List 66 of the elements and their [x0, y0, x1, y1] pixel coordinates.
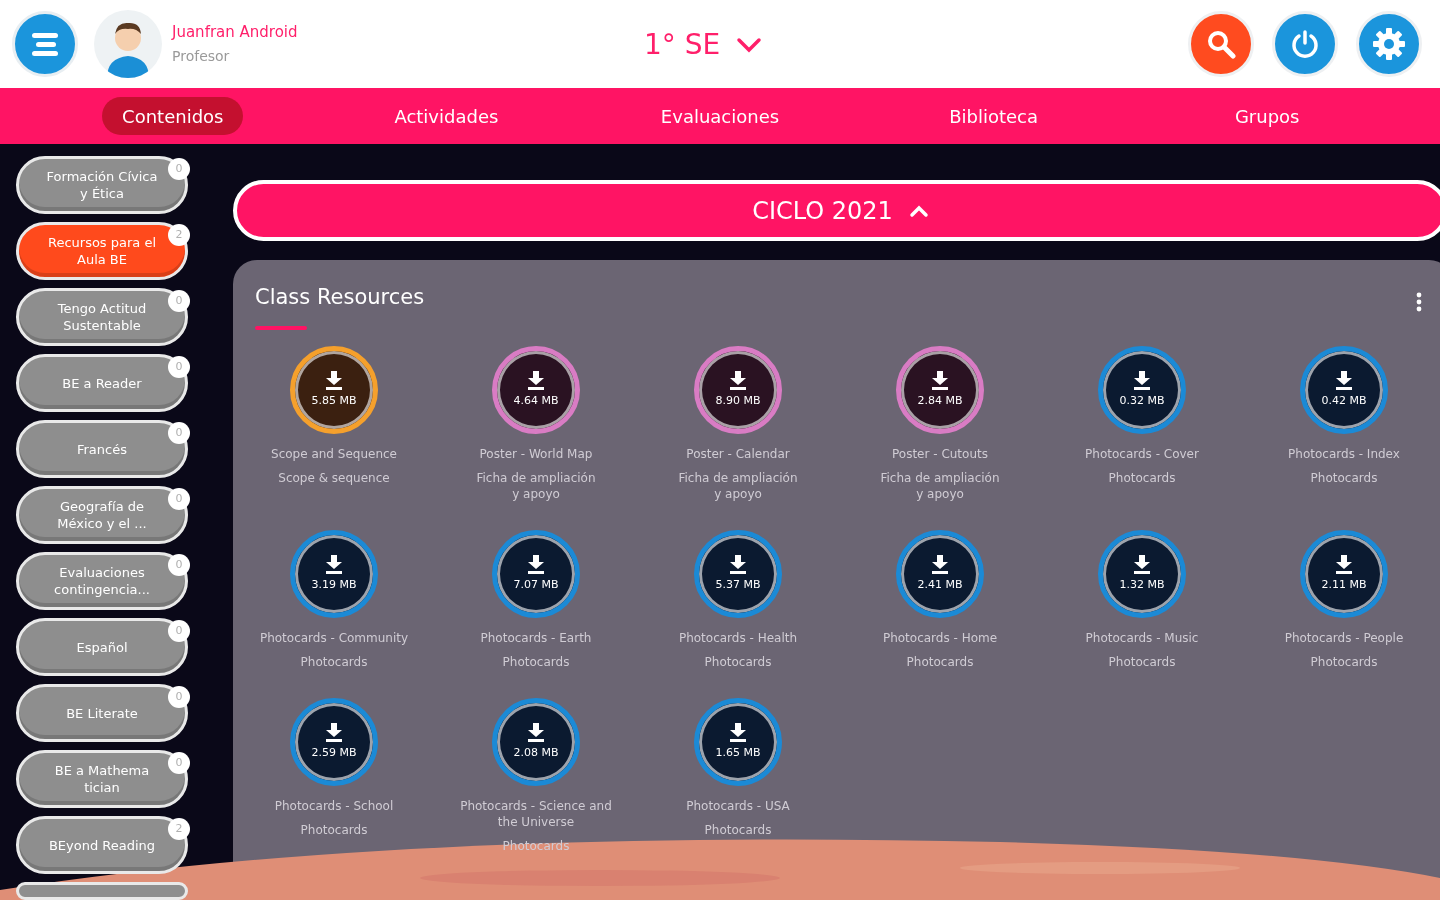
resource-title: Poster - World Map	[478, 445, 594, 462]
resource-title: Poster - Cutouts	[891, 445, 989, 462]
nav-tab[interactable]: Contenidos	[102, 97, 244, 135]
user-role: Profesor	[172, 46, 231, 66]
count-badge: 0	[168, 422, 190, 444]
download-button[interactable]: 1.65 MB	[694, 697, 782, 786]
download-button[interactable]: 0.42 MB	[1300, 345, 1388, 434]
user-name: Juanfran Android	[172, 22, 298, 44]
download-button[interactable]: 2.59 MB	[290, 697, 378, 786]
download-button[interactable]: 2.11 MB	[1300, 529, 1388, 618]
resource-subtitle: Photocards	[703, 653, 773, 670]
resource-title: Photocards - Home	[881, 629, 999, 646]
nav-tab[interactable]: Actividades	[374, 97, 519, 135]
resource-subtitle: Scope & sequence	[277, 469, 391, 486]
resource-subtitle: Photocards	[1107, 469, 1177, 486]
resource-subtitle: Photocards	[501, 837, 571, 854]
resource-subtitle: Ficha de ampliación y apoyo	[475, 469, 597, 502]
resource-subtitle: Ficha de ampliación y apoyo	[677, 469, 799, 502]
resource-subtitle: Photocards	[1309, 469, 1379, 486]
resource-title: Photocards - Community	[258, 629, 410, 646]
resource-title: Photocards - USA	[685, 797, 791, 814]
resource-subtitle: Photocards	[299, 821, 369, 838]
download-button[interactable]: 3.19 MB	[290, 529, 378, 618]
resource-title: Photocards - Earth	[479, 629, 593, 646]
count-badge: 0	[168, 752, 190, 774]
download-button[interactable]: 1.32 MB	[1098, 529, 1186, 618]
download-button[interactable]: 7.07 MB	[492, 529, 580, 618]
resource-subtitle: Photocards	[1309, 653, 1379, 670]
download-button[interactable]: 8.90 MB	[694, 345, 782, 434]
resource-title: Photocards - School	[273, 797, 395, 814]
resource-subtitle: Photocards	[703, 821, 773, 838]
resource-title: Poster - Calendar	[685, 445, 791, 462]
resource-title: Scope and Sequence	[270, 445, 398, 462]
nav-tab[interactable]: Biblioteca	[929, 97, 1058, 135]
group-selector[interactable]: 1° SE	[644, 24, 763, 66]
resource-subtitle: Photocards	[1107, 653, 1177, 670]
count-badge: 0	[168, 356, 190, 378]
count-badge: 0	[168, 620, 190, 642]
resource-title: Photocards - Health	[677, 629, 799, 646]
card-title: Class Resources	[255, 284, 425, 312]
count-badge: 2	[168, 818, 190, 840]
resource-title: Photocards - Science and the Universe	[459, 797, 613, 830]
download-button[interactable]: 4.64 MB	[492, 345, 580, 434]
count-badge: 0	[168, 686, 190, 708]
resource-subtitle: Photocards	[299, 653, 369, 670]
count-badge: 0	[168, 554, 190, 576]
download-button[interactable]: 2.41 MB	[896, 529, 984, 618]
download-button[interactable]: 5.85 MB	[290, 345, 378, 434]
download-button[interactable]: 2.08 MB	[492, 697, 580, 786]
resource-subtitle: Photocards	[501, 653, 571, 670]
resource-title: Photocards - Music	[1084, 629, 1200, 646]
resource-title: Photocards - Cover	[1084, 445, 1200, 462]
count-badge: 0	[168, 158, 190, 180]
resource-title: Photocards - People	[1283, 629, 1405, 646]
download-button[interactable]: 5.37 MB	[694, 529, 782, 618]
count-badge: 0	[168, 488, 190, 510]
count-badge: 2	[168, 224, 190, 246]
resource-title: Photocards - Index	[1287, 445, 1401, 462]
count-badge: 0	[168, 290, 190, 312]
download-button[interactable]: 0.32 MB	[1098, 345, 1186, 434]
nav-tab[interactable]: Grupos	[1214, 97, 1320, 135]
resource-subtitle: Photocards	[905, 653, 975, 670]
resource-subtitle: Ficha de ampliación y apoyo	[879, 469, 1001, 502]
nav-tab[interactable]: Evaluaciones	[640, 97, 800, 135]
download-button[interactable]: 2.84 MB	[896, 345, 984, 434]
cycle-header[interactable]: CICLO 2021	[233, 180, 1440, 242]
